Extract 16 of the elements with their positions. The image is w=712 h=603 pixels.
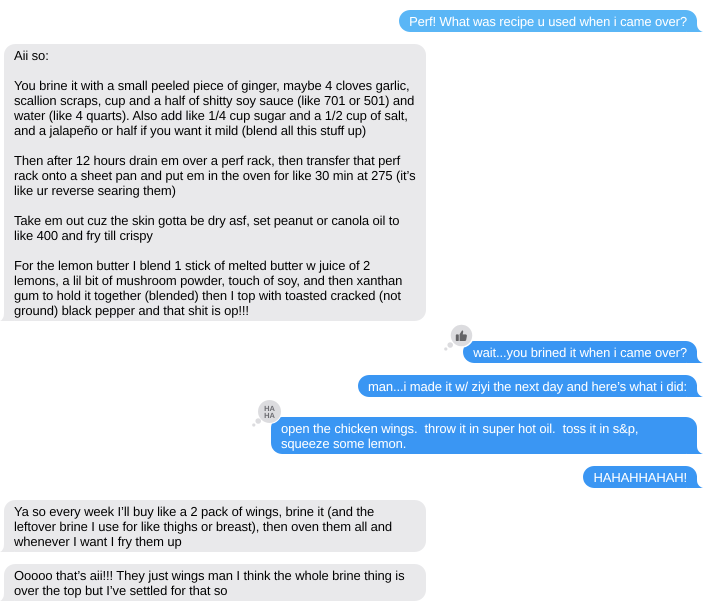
message-bubble: Ya so every week I’ll buy like a 2 pack of wings, brine it (and the leftover brine I use for like thighs or breast), then oven them all and whenever I want I fry them up <box>4 500 426 552</box>
bubble-tail-icon <box>687 351 703 363</box>
message-text: For the lemon butter I blend 1 stick of melted butter w juice of 2 lemons, a lil bit of mushroom powder, touch of soy, and then xanthan gum to hold it together (blended) then I top with toasted cracked (not ground) black pepper and that shit is op!!! <box>14 258 404 318</box>
reaction-tail-icon <box>444 342 454 351</box>
message-bubble: Ooooo that’s aii!!! They just wings man I think the whole brine thing is over the top but I’ve settled for that so <box>4 564 426 601</box>
bubble-tail-icon <box>687 476 703 488</box>
bubble-tail-icon <box>687 385 703 397</box>
reaction-tail-icon <box>252 418 261 427</box>
message-text: Take em out cuz the skin gotta be dry asf, set peanut or canola oil to like 400 and fry till crispy <box>14 213 400 243</box>
message-text: Then after 12 hours drain em over a perf rack, then transfer that perf rack onto a sheet pan and put em in the oven for like 30 min at 275 (it’s like ur reverse searing them) <box>14 153 416 198</box>
bubble-tail-icon <box>687 20 703 32</box>
message-text: Aii so: <box>14 48 50 63</box>
thumbs-up-icon <box>449 323 474 348</box>
message-bubble: open the chicken wings. throw it in super hot oil. toss it in s&p, squeeze some lemon. <box>271 417 697 454</box>
bubble-tail-icon <box>687 442 703 454</box>
message-text: You brine it with a small peeled piece of ginger, maybe 4 cloves garlic, scallion scraps, cup and a half of shitty soy sauce (like 701 or 501) and water (like 4 quarts). Also add like 1/4 cup sugar and a 1/2 cup of salt, and a jalapeño or half if you want it mild (blend all this stuff up) <box>14 78 416 138</box>
